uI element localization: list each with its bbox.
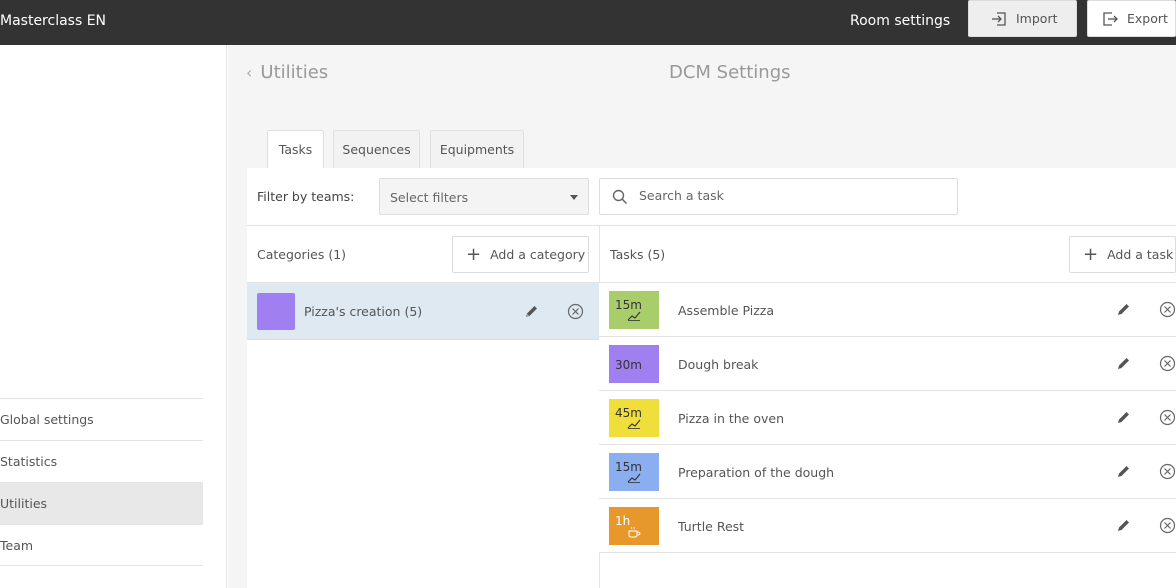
- task-tile: 15m: [609, 291, 659, 329]
- task-tile: 30m: [609, 345, 659, 383]
- select-value: Select filters: [390, 190, 469, 205]
- pencil-icon[interactable]: [1116, 302, 1131, 317]
- close-icon[interactable]: [1159, 463, 1176, 480]
- close-icon[interactable]: [567, 303, 584, 320]
- filter-label: Filter by teams:: [257, 189, 355, 204]
- add-category-button[interactable]: + Add a category: [452, 236, 589, 273]
- tab-sequences[interactable]: Sequences: [333, 130, 420, 168]
- task-name: Dough break: [678, 357, 759, 372]
- tasks-header: Tasks (5): [610, 247, 666, 262]
- search-icon: [612, 189, 628, 205]
- task-row-preparation-of-the-dough[interactable]: 15m Preparation of the dough: [599, 445, 1176, 499]
- category-row[interactable]: [247, 283, 599, 340]
- app-title[interactable]: Masterclass EN: [0, 13, 106, 29]
- search-input[interactable]: [639, 188, 939, 203]
- categories-header: Categories (1): [257, 247, 347, 262]
- task-duration: 15m: [615, 460, 642, 474]
- import-label: Import: [1016, 11, 1058, 26]
- pencil-icon[interactable]: [1116, 356, 1131, 371]
- window-title: Room settings: [850, 13, 951, 29]
- pencil-icon[interactable]: [1116, 518, 1131, 533]
- close-icon[interactable]: [1159, 355, 1176, 372]
- close-icon[interactable]: [1159, 517, 1176, 534]
- category-color-swatch: [257, 293, 295, 330]
- trend-icon: [627, 419, 641, 429]
- pencil-icon[interactable]: [1116, 464, 1131, 479]
- pencil-icon[interactable]: [524, 304, 539, 319]
- tab-equipments[interactable]: Equipments: [430, 130, 524, 168]
- task-duration: 15m: [615, 298, 642, 312]
- import-icon: [992, 11, 1006, 26]
- tab-label: Equipments: [439, 142, 515, 157]
- task-row-turtle-rest[interactable]: 1h Turtle Rest: [599, 499, 1176, 553]
- tab-tasks[interactable]: Tasks: [267, 130, 324, 168]
- caret-down-icon: [570, 195, 578, 200]
- trend-icon: [627, 473, 641, 483]
- task-name: Turtle Rest: [678, 519, 745, 534]
- team-filter-select[interactable]: Select filters: [379, 178, 589, 215]
- sidebar-item-label: Team: [0, 538, 34, 553]
- task-row-assemble-pizza[interactable]: 15m Assemble Pizza: [599, 283, 1176, 337]
- plus-icon: +: [466, 243, 482, 265]
- coffee-icon: [628, 526, 641, 538]
- page-title: DCM Settings: [669, 62, 791, 83]
- close-icon[interactable]: [1159, 409, 1176, 426]
- export-button[interactable]: Export: [1087, 0, 1176, 37]
- task-row-pizza-in-the-oven[interactable]: 45m Pizza in the oven: [599, 391, 1176, 445]
- sidebar-item-global-settings[interactable]: Global settings: [0, 398, 203, 440]
- add-category-label: Add a category: [490, 247, 586, 262]
- category-name: Pizza's creation (5): [304, 304, 423, 319]
- task-tile: 45m: [609, 399, 659, 437]
- export-label: Export: [1127, 11, 1168, 26]
- tab-label: Tasks: [278, 142, 313, 157]
- sidebar-divider: [0, 565, 203, 566]
- sidebar-item-team[interactable]: Team: [0, 524, 203, 566]
- export-icon: [1103, 11, 1118, 26]
- add-task-button[interactable]: + Add a task: [1069, 236, 1176, 273]
- task-duration: 45m: [615, 406, 642, 420]
- chevron-left-icon: ‹: [246, 63, 253, 82]
- task-name: Pizza in the oven: [678, 411, 785, 426]
- task-tile: 15m: [609, 453, 659, 491]
- toolbar-divider: [247, 225, 1176, 226]
- task-row-dough-break[interactable]: 30m Dough break: [599, 337, 1176, 391]
- close-icon[interactable]: [1159, 301, 1176, 318]
- plus-icon: +: [1083, 243, 1099, 265]
- add-task-label: Add a task: [1107, 247, 1174, 262]
- task-name: Preparation of the dough: [678, 465, 835, 480]
- import-button[interactable]: Import: [968, 0, 1077, 37]
- sidebar-item-label: Global settings: [0, 412, 94, 427]
- task-tile: 1h: [609, 507, 659, 545]
- tab-label: Sequences: [342, 142, 411, 157]
- pencil-icon[interactable]: [1116, 410, 1131, 425]
- back-label: Utilities: [260, 62, 329, 83]
- sidebar-item-label: Utilities: [0, 496, 48, 511]
- task-name: Assemble Pizza: [678, 303, 775, 318]
- trend-icon: [627, 311, 641, 321]
- task-duration: 30m: [615, 358, 642, 372]
- search-box[interactable]: [599, 178, 958, 215]
- sidebar-item-label: Statistics: [0, 454, 58, 469]
- sidebar-item-utilities[interactable]: Utilities: [0, 482, 203, 524]
- sidebar-item-statistics[interactable]: Statistics: [0, 440, 203, 482]
- back-link[interactable]: ‹ Utilities: [246, 62, 328, 83]
